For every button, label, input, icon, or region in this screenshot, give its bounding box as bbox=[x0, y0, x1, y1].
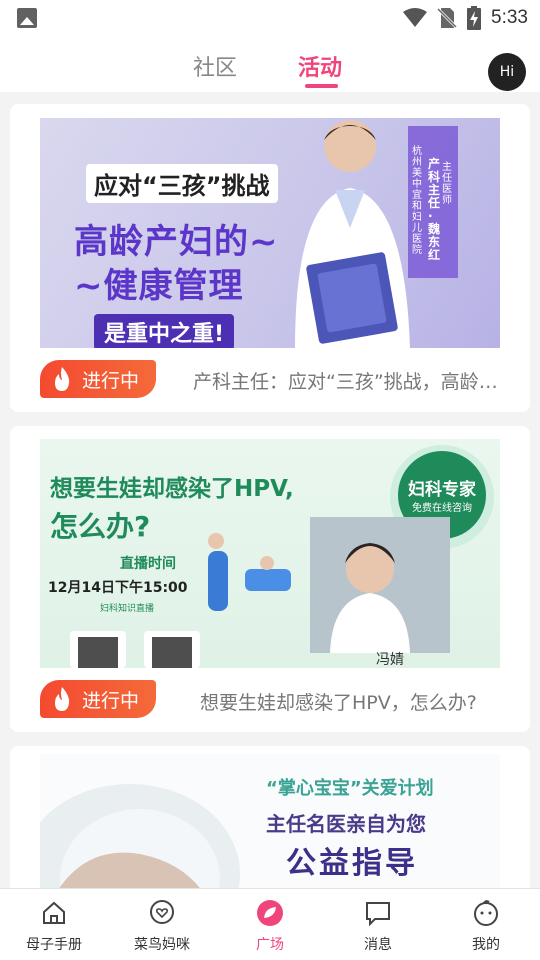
nav-label: 广场 bbox=[256, 937, 284, 953]
status-label: 进行中 bbox=[82, 689, 140, 712]
flame-icon bbox=[55, 367, 70, 391]
message-icon bbox=[366, 902, 390, 927]
activity-banner-image[interactable]: 应对“三孩”挑战 高龄产妇的~ ~健康管理 是重中之重! 杭州美中宜和妇儿医院 … bbox=[40, 118, 500, 348]
avatar-button[interactable]: Hi bbox=[488, 53, 526, 91]
activity-card[interactable]: 想要生娃却感染了HPV, 怎么办? 妇科专家 免费在线咨询 直播时间 12月14… bbox=[10, 426, 530, 732]
no-sim-icon bbox=[437, 7, 458, 29]
nav-label: 母子手册 bbox=[26, 937, 82, 953]
nav-label: 消息 bbox=[364, 937, 392, 953]
plan-headline: 公益指导 bbox=[286, 846, 418, 881]
plan-title: “掌心宝宝”关爱计划 bbox=[266, 778, 434, 799]
live-time: 12月14日下午15:00 bbox=[48, 580, 188, 596]
banner-line1: 高龄产妇的~ bbox=[74, 222, 279, 262]
banner-line3: 是重中之重! bbox=[94, 314, 235, 348]
expert-badge-subtitle: 免费在线咨询 bbox=[412, 503, 472, 514]
expert-badge-title: 妇科专家 bbox=[408, 480, 476, 500]
activity-title[interactable]: 想要生娃却感染了HPV，怎么办? bbox=[200, 688, 505, 715]
face-icon bbox=[474, 900, 498, 926]
flame-icon bbox=[55, 687, 70, 711]
tab-community[interactable]: 社区 bbox=[193, 50, 237, 82]
battery-charging-icon bbox=[467, 6, 482, 30]
tab-activity[interactable]: 活动 bbox=[298, 50, 342, 82]
nav-item-messages[interactable]: 消息 bbox=[324, 889, 432, 960]
doctor-hospital: 杭州美中宜和妇儿医院 bbox=[412, 146, 422, 256]
status-label: 进行中 bbox=[82, 369, 140, 392]
top-tab-bar: 社区 活动 Hi bbox=[0, 36, 540, 92]
live-note: 妇科知识直播 bbox=[100, 604, 155, 614]
doctor-rank: 主任医师 bbox=[442, 162, 452, 206]
activity-title[interactable]: 产科主任：应对“三孩”挑战，高龄产妇的健康管理 bbox=[193, 367, 505, 394]
active-tab-indicator bbox=[305, 84, 338, 88]
status-badge: 进行中 bbox=[40, 360, 156, 398]
nav-item-handbook[interactable]: 母子手册 bbox=[0, 889, 108, 960]
banner-headline: 想要生娃却感染了HPV, bbox=[50, 476, 294, 502]
nav-item-me[interactable]: 我的 bbox=[432, 889, 540, 960]
activity-card[interactable]: “掌心宝宝”关爱计划 主任名医亲自为您 公益指导 bbox=[10, 746, 530, 896]
nav-item-mommy[interactable]: 菜鸟妈咪 bbox=[108, 889, 216, 960]
nav-label: 我的 bbox=[472, 937, 500, 953]
bottom-navigation: 母子手册 菜鸟妈咪 广场 消息 我的 bbox=[0, 888, 540, 960]
live-time-label: 直播时间 bbox=[120, 556, 176, 572]
status-badge: 进行中 bbox=[40, 680, 156, 718]
activity-banner-image[interactable]: 想要生娃却感染了HPV, 怎么办? 妇科专家 免费在线咨询 直播时间 12月14… bbox=[40, 439, 500, 668]
status-bar: 5:33 bbox=[0, 0, 540, 36]
doctor-name: 冯婧 bbox=[376, 652, 404, 668]
activity-banner-image[interactable]: “掌心宝宝”关爱计划 主任名医亲自为您 公益指导 bbox=[40, 754, 500, 896]
home-icon bbox=[43, 901, 65, 924]
doctor-name-title: 产科主任·魏东红 bbox=[428, 157, 441, 262]
banner-line2: ~健康管理 bbox=[74, 266, 244, 306]
heart-bubble-icon bbox=[150, 900, 174, 924]
wifi-icon bbox=[403, 8, 428, 27]
banner-headline-2: 怎么办? bbox=[50, 510, 151, 543]
gallery-notification-icon bbox=[17, 8, 37, 28]
plan-subtitle: 主任名医亲自为您 bbox=[266, 812, 426, 836]
banner-headline: 应对“三孩”挑战 bbox=[86, 164, 278, 203]
nav-item-square[interactable]: 广场 bbox=[216, 889, 324, 960]
status-time: 5:33 bbox=[491, 7, 528, 28]
leaf-icon bbox=[257, 900, 283, 926]
nav-label: 菜鸟妈咪 bbox=[134, 937, 190, 953]
activity-card[interactable]: 应对“三孩”挑战 高龄产妇的~ ~健康管理 是重中之重! 杭州美中宜和妇儿医院 … bbox=[10, 104, 530, 412]
